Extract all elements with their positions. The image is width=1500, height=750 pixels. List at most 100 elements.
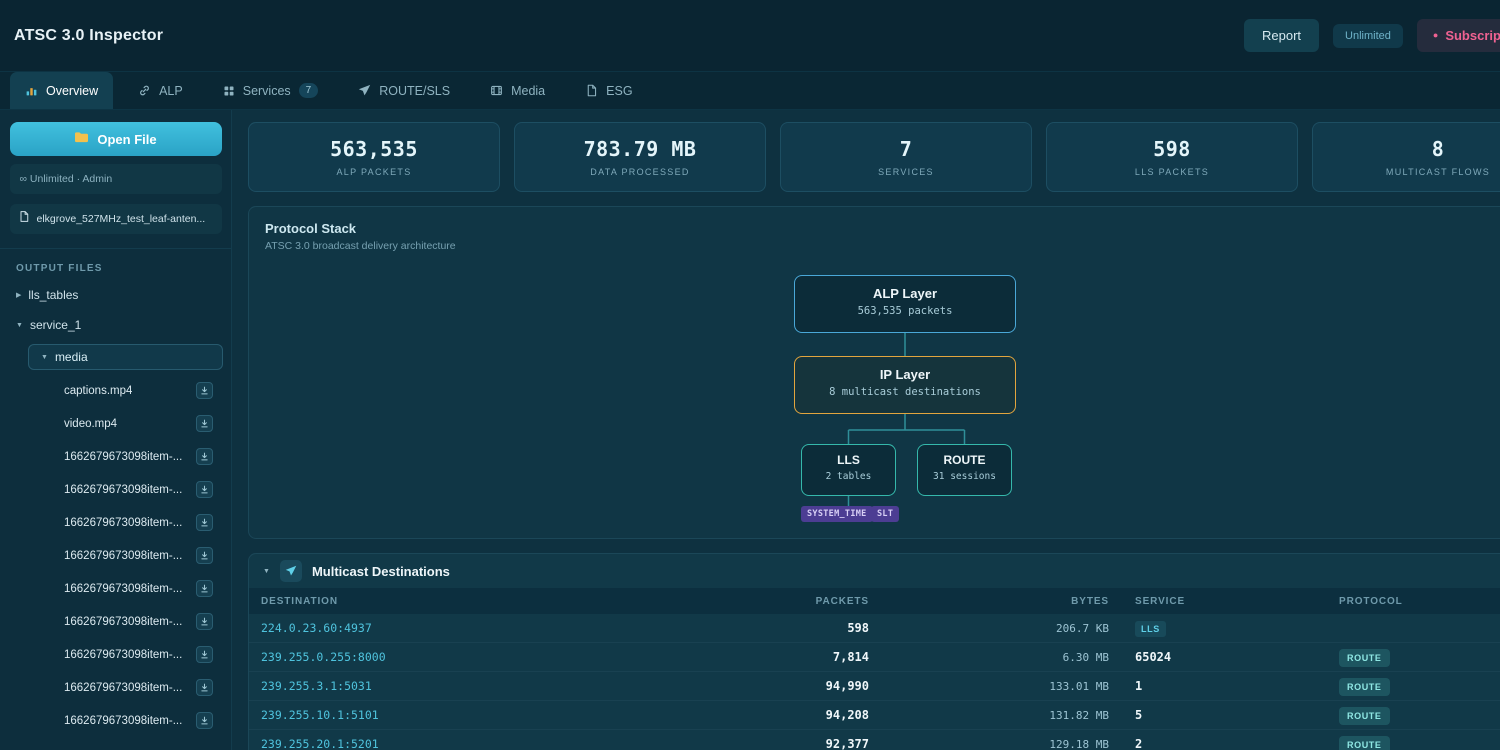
column-header-packets: PACKETS (815, 595, 869, 607)
cell-protocol: ROUTE (1339, 735, 1500, 750)
grid-icon (223, 85, 235, 97)
open-file-button[interactable]: Open File (9, 122, 222, 156)
node-lls: LLS 2 tables (801, 444, 896, 496)
download-button[interactable] (196, 415, 213, 432)
protocol-stack-panel: Protocol Stack ATSC 3.0 broadcast delive… (248, 206, 1500, 539)
file-item[interactable]: 1662679673098item-... (0, 473, 231, 506)
tab-overview[interactable]: Overview (10, 72, 114, 109)
node-subtitle: 8 multicast destinations (829, 386, 981, 398)
file-name: 1662679673098item-... (64, 483, 183, 496)
caret-down-icon: ▼ (41, 353, 48, 361)
tree-item-lls-tables[interactable]: ▶ lls_tables (0, 280, 231, 310)
download-button[interactable] (196, 712, 213, 729)
app-title: ATSC 3.0 Inspector (14, 26, 164, 44)
panel-subtitle: ATSC 3.0 broadcast delivery architecture (265, 240, 456, 252)
file-name: 1662679673098item-... (64, 648, 183, 661)
tab-label: Overview (46, 83, 99, 98)
download-button[interactable] (196, 646, 213, 663)
cell-destination: 239.255.10.1:5101 (261, 708, 379, 722)
file-icon (18, 210, 30, 228)
file-item[interactable]: 1662679673098item-... (0, 572, 231, 605)
file-item[interactable]: 1662679673098item-... (0, 506, 231, 539)
route-protocol-badge: ROUTE (1339, 648, 1390, 667)
multicast-section-header[interactable]: ▼ Multicast Destinations (249, 554, 1500, 588)
header-actions: Report Unlimited ● Subscriptions (1243, 19, 1500, 52)
cell-destination: 239.255.3.1:5031 (261, 679, 372, 693)
file-item[interactable]: 1662679673098item-... (0, 638, 231, 671)
lls-table-badge-slt[interactable]: SLT (871, 506, 900, 522)
cell-service: LLS (1109, 619, 1339, 637)
stat-value: 598 (1153, 137, 1191, 161)
tree-item-media[interactable]: ▼ media (28, 344, 223, 370)
node-title: LLS (837, 453, 860, 467)
stat-value: 783.79 MB (583, 137, 697, 161)
tab-alp[interactable]: ALP (123, 72, 198, 109)
download-button[interactable] (196, 514, 213, 531)
node-title: ALP Layer (872, 286, 938, 301)
services-count-badge: 7 (298, 83, 319, 98)
cell-service: 1 (1135, 679, 1143, 693)
cell-bytes: 133.01 MB (1049, 679, 1109, 693)
route-protocol-badge: ROUTE (1339, 735, 1390, 750)
tree-item-service-1[interactable]: ▼ service_1 (0, 310, 231, 340)
tab-label: Media (511, 83, 546, 98)
cell-packets: 92,377 (825, 737, 869, 750)
plan-info: ∞ Unlimited · Admin (9, 164, 222, 194)
tree-item-label: lls_tables (28, 288, 79, 302)
file-item[interactable]: captions.mp4 (0, 374, 231, 407)
cell-service: 65024 (1135, 650, 1172, 664)
column-header-protocol: PROTOCOL (1339, 595, 1403, 607)
current-file-chip[interactable]: elkgrove_527MHz_test_leaf-anten... (9, 204, 222, 234)
file-item[interactable]: 1662679673098item-... (0, 539, 231, 572)
subscription-button[interactable]: ● Subscriptions (1416, 19, 1500, 52)
tab-media[interactable]: Media (475, 72, 560, 109)
output-files-tree: ▶ lls_tables ▼ service_1 ▼ media caption… (0, 280, 231, 737)
cell-packets: 94,208 (825, 708, 869, 722)
column-header-destination: DESTINATION (261, 595, 338, 607)
stat-value: 8 (1431, 137, 1445, 161)
download-button[interactable] (196, 448, 213, 465)
cell-service: 5 (1135, 708, 1143, 722)
subscription-label: Subscriptions (1445, 28, 1500, 43)
file-item[interactable]: 1662679673098item-... (0, 605, 231, 638)
multicast-destinations-panel: ▼ Multicast Destinations DESTINATION PAC… (248, 553, 1500, 750)
atsc-inspector-app: ATSC 3.0 Inspector Report Unlimited ● Su… (0, 0, 1500, 750)
chart-icon (25, 84, 38, 97)
cell-bytes: 129.18 MB (1049, 737, 1109, 750)
file-item[interactable]: video.mp4 (0, 407, 231, 440)
folder-icon (74, 131, 89, 147)
lls-table-badge-system-time[interactable]: SYSTEM_TIME (801, 506, 873, 522)
download-button[interactable] (196, 481, 213, 498)
main-content: 563,535 ALP PACKETS 783.79 MB DATA PROCE… (232, 110, 1500, 750)
node-ip-layer: IP Layer 8 multicast destinations (794, 356, 1016, 414)
file-item[interactable]: 1662679673098item-... (0, 440, 231, 473)
divider (0, 248, 231, 249)
table-row[interactable]: 239.255.10.1:5101 94,208 131.82 MB 5 ROU… (249, 701, 1500, 730)
download-button[interactable] (196, 679, 213, 696)
tab-route-sls[interactable]: ROUTE/SLS (343, 72, 465, 109)
sidebar: Open File ∞ Unlimited · Admin elkgrove_5… (0, 110, 232, 750)
download-button[interactable] (196, 382, 213, 399)
file-item[interactable]: 1662679673098item-... (0, 704, 231, 737)
tab-services[interactable]: Services 7 (208, 72, 334, 109)
node-subtitle: 563,535 packets (857, 305, 953, 317)
tab-esg[interactable]: ESG (570, 72, 647, 109)
table-row[interactable]: 239.255.20.1:5201 92,377 129.18 MB 2 ROU… (249, 730, 1500, 750)
table-row[interactable]: 239.255.3.1:5031 94,990 133.01 MB 1 ROUT… (249, 672, 1500, 701)
cell-packets: 94,990 (825, 679, 869, 693)
stat-value: 7 (899, 137, 913, 161)
caret-down-icon: ▼ (16, 321, 23, 329)
tab-bar: Overview ALP Services 7 ROUTE/SLS Media … (0, 72, 1500, 110)
table-row[interactable]: 239.255.0.255:8000 7,814 6.30 MB 65024 R… (249, 643, 1500, 672)
route-protocol-badge: ROUTE (1339, 677, 1390, 696)
stat-label: MULTICAST FLOWS (1385, 167, 1491, 177)
column-header-bytes: BYTES (1071, 595, 1109, 607)
file-name: 1662679673098item-... (64, 582, 183, 595)
download-button[interactable] (196, 547, 213, 564)
download-button[interactable] (196, 580, 213, 597)
report-button[interactable]: Report (1243, 19, 1320, 52)
file-item[interactable]: 1662679673098item-... (0, 671, 231, 704)
section-title: Multicast Destinations (311, 563, 450, 579)
download-button[interactable] (196, 613, 213, 630)
table-row[interactable]: 224.0.23.60:4937 598 206.7 KB LLS (249, 614, 1500, 643)
